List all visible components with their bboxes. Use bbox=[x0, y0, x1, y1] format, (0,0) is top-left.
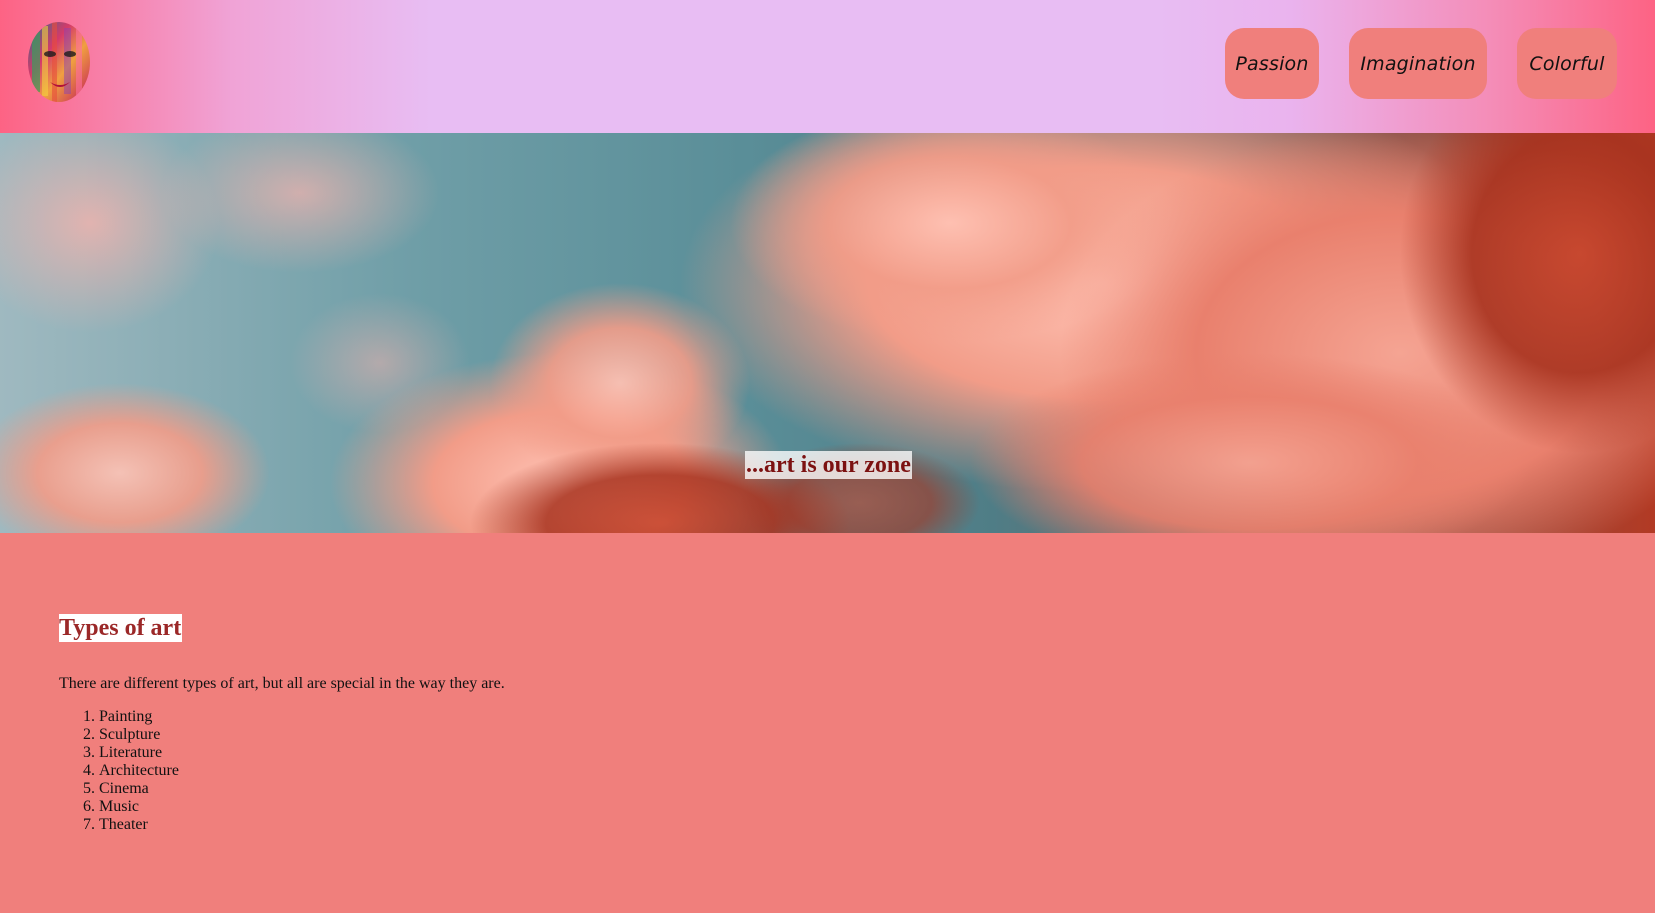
list-item: Music bbox=[99, 798, 1559, 816]
nav-imagination-button[interactable]: Imagination bbox=[1349, 28, 1487, 99]
section-title: Types of art bbox=[59, 614, 183, 642]
hero-tagline: ...art is our zone bbox=[745, 451, 912, 479]
nav-colorful-button[interactable]: Colorful bbox=[1517, 28, 1617, 99]
list-item: Theater bbox=[99, 816, 1559, 834]
list-item: Architecture bbox=[99, 762, 1559, 780]
list-item: Cinema bbox=[99, 780, 1559, 798]
list-item: Sculpture bbox=[99, 726, 1559, 744]
hero-banner: ...art is our zone bbox=[0, 133, 1655, 533]
list-item: Literature bbox=[99, 744, 1559, 762]
intro-paragraph: There are different types of art, but al… bbox=[59, 675, 505, 692]
nav-passion-button[interactable]: Passion bbox=[1225, 28, 1319, 99]
painted-face-logo-icon[interactable] bbox=[28, 22, 90, 102]
art-types-list: Painting Sculpture Literature Architectu… bbox=[59, 708, 1559, 834]
site-header: Passion Imagination Colorful bbox=[0, 0, 1655, 133]
main-content: Types of art There are different types o… bbox=[59, 614, 1559, 834]
list-item: Painting bbox=[99, 708, 1559, 726]
